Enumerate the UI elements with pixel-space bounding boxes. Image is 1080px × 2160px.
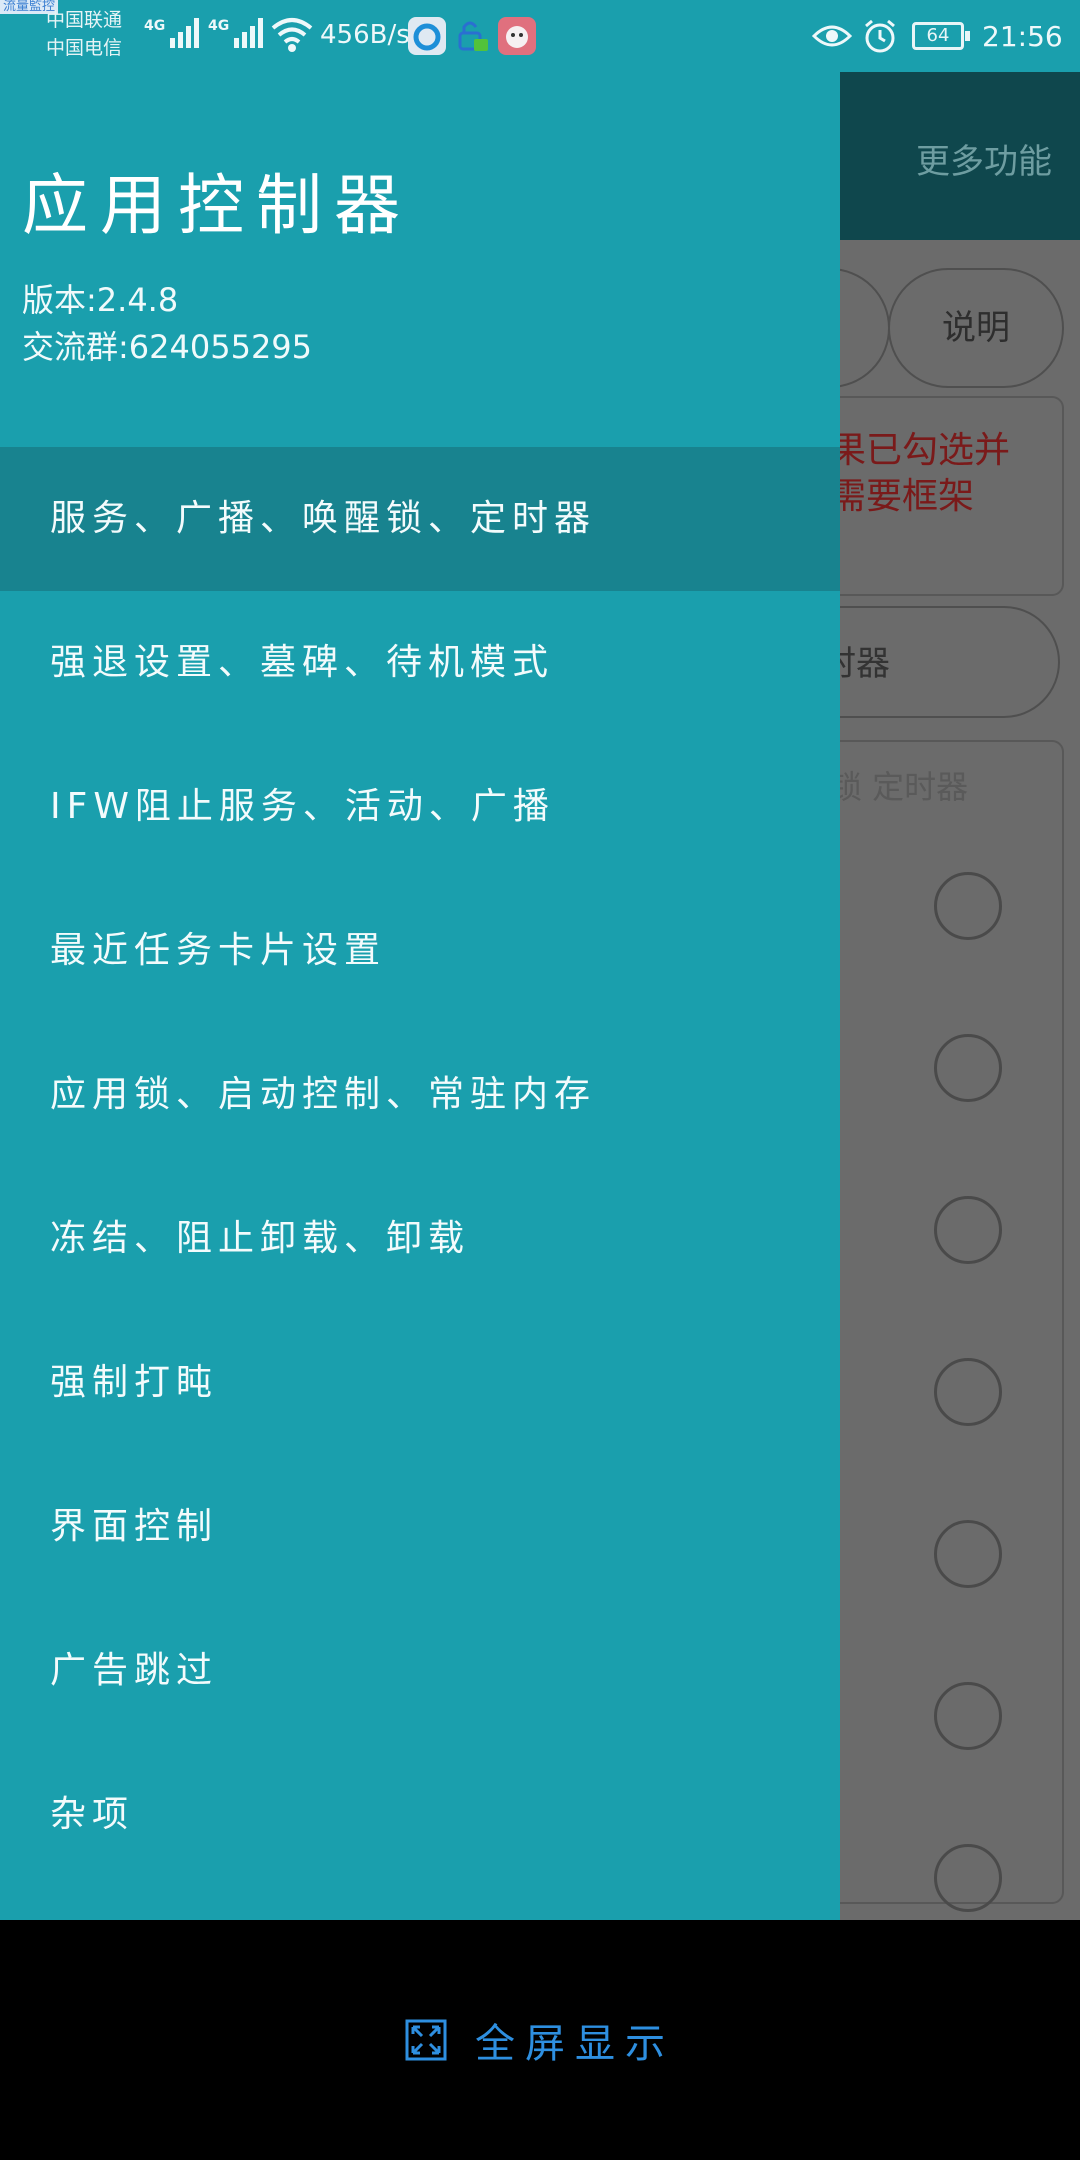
help-button: 说明 bbox=[888, 268, 1064, 388]
status-bar: 流量監控 中国联通 中国电信 4G 4G 456B/s 64 21:56 bbox=[0, 0, 1080, 72]
navigation-bar: 全屏显示 bbox=[0, 1920, 1080, 2160]
menu-item-ui-control[interactable]: 界面控制 bbox=[0, 1455, 840, 1599]
group-label: 交流群:624055295 bbox=[22, 328, 313, 366]
radio-button bbox=[934, 1358, 1002, 1426]
carrier-1: 中国联通 bbox=[46, 9, 123, 31]
radio-button bbox=[934, 1844, 1002, 1912]
eye-comfort-icon bbox=[812, 25, 852, 47]
menu-item-services[interactable]: 服务、广播、唤醒锁、定时器 bbox=[0, 447, 840, 591]
app-title: 应用控制器 bbox=[22, 167, 412, 244]
carrier-2: 中国电信 bbox=[46, 37, 123, 59]
radio-button bbox=[934, 1682, 1002, 1750]
warning-text: 果已勾选并 需要框架 bbox=[830, 430, 1011, 517]
fullscreen-button[interactable]: 全屏显示 bbox=[0, 1920, 1080, 2160]
lock-notify-icon bbox=[454, 17, 492, 55]
signal-sim2-icon: 4G bbox=[208, 18, 264, 48]
expand-icon bbox=[405, 2019, 447, 2061]
signal-sim1-icon: 4G bbox=[144, 18, 200, 48]
options-panel-title: 锁 定时器 bbox=[830, 768, 969, 806]
menu-item-doze[interactable]: 强制打盹 bbox=[0, 1311, 840, 1455]
menu-item-ad-skip[interactable]: 广告跳过 bbox=[0, 1599, 840, 1743]
menu-item-freeze[interactable]: 冻结、阻止卸载、卸载 bbox=[0, 1167, 840, 1311]
app-avatar-icon bbox=[498, 17, 536, 55]
net-speed: 456B/s bbox=[320, 20, 410, 50]
qq-browser-icon bbox=[408, 17, 446, 55]
fullscreen-label: 全屏显示 bbox=[475, 2021, 675, 2067]
drawer-menu: 服务、广播、唤醒锁、定时器 强退设置、墓碑、待机模式 IFW阻止服务、活动、广播… bbox=[0, 447, 840, 1887]
carrier-names: 中国联通 中国电信 bbox=[46, 6, 122, 62]
battery-icon: 64 bbox=[912, 22, 970, 50]
menu-item-app-lock[interactable]: 应用锁、启动控制、常驻内存 bbox=[0, 1023, 840, 1167]
radio-button bbox=[934, 1196, 1002, 1264]
radio-button bbox=[934, 1520, 1002, 1588]
alarm-icon bbox=[865, 19, 895, 53]
menu-item-ifw[interactable]: IFW阻止服务、活动、广播 bbox=[0, 735, 840, 879]
navigation-drawer: 应用控制器 版本:2.4.8 交流群:624055295 服务、广播、唤醒锁、定… bbox=[0, 72, 840, 1920]
menu-item-recent-tasks[interactable]: 最近任务卡片设置 bbox=[0, 879, 840, 1023]
menu-item-force-stop[interactable]: 强退设置、墓碑、待机模式 bbox=[0, 591, 840, 735]
menu-item-misc[interactable]: 杂项 bbox=[0, 1743, 840, 1887]
radio-button bbox=[934, 1034, 1002, 1102]
more-functions-button: 更多功能 bbox=[916, 142, 1052, 182]
clock: 21:56 bbox=[982, 20, 1063, 53]
version-label: 版本:2.4.8 bbox=[22, 281, 179, 319]
radio-button bbox=[934, 872, 1002, 940]
wifi-icon bbox=[271, 18, 313, 52]
